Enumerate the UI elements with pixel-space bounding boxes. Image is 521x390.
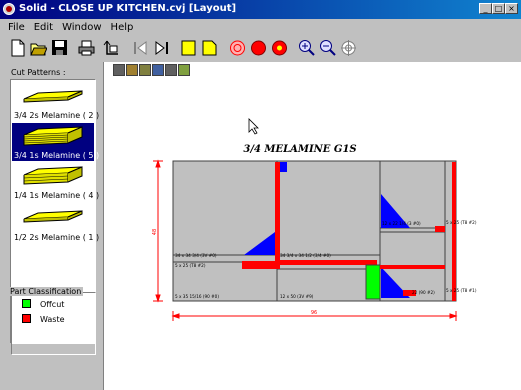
stack-icon bbox=[23, 166, 83, 185]
waste-strip bbox=[242, 261, 278, 269]
grain-marker bbox=[279, 162, 287, 172]
last-icon bbox=[155, 41, 168, 55]
zoom-out-button[interactable] bbox=[318, 38, 337, 58]
window-title: Solid - CLOSE UP KITCHEN.cvj [Layout] bbox=[19, 3, 237, 14]
part-label: 12 x 50 (3V #9) bbox=[280, 294, 314, 299]
stack-icon bbox=[23, 90, 83, 103]
export-icon bbox=[103, 40, 118, 55]
waste-strip bbox=[279, 260, 377, 265]
width-dimension-label: 96 bbox=[311, 310, 317, 316]
zoom-fit-button[interactable] bbox=[339, 38, 358, 58]
pattern-label: 3/4 1s Melamine ( 5 ) bbox=[14, 151, 100, 160]
left-panel: Cut Patterns : 3/4 2s Melamine ( 2 ) 3/4… bbox=[0, 62, 102, 390]
zoom-out-icon bbox=[320, 40, 336, 56]
title-bar: Solid - CLOSE UP KITCHEN.cvj [Layout] _ … bbox=[0, 0, 521, 19]
mouse-cursor-icon bbox=[248, 118, 259, 135]
print-button[interactable] bbox=[77, 38, 96, 58]
open-icon bbox=[30, 43, 47, 56]
sheet-button[interactable] bbox=[200, 38, 219, 58]
part-label: 5 x 25 (T8 #2) bbox=[175, 263, 206, 268]
new-button[interactable] bbox=[8, 38, 27, 58]
close-button[interactable]: × bbox=[505, 3, 518, 14]
part-classification-title: Part Classification bbox=[8, 287, 84, 296]
part-label: 34 x 34 3/4 (3V #0) bbox=[175, 253, 217, 258]
menu-window[interactable]: Window bbox=[62, 22, 101, 33]
waste-strip bbox=[380, 265, 445, 269]
layout-canvas[interactable]: 3/4 MELAMINE G1S 34 x 34 3/4 (3V #0) 5 x… bbox=[103, 62, 521, 390]
pattern-label: 1/4 1s Melamine ( 4 ) bbox=[14, 191, 100, 200]
menu-edit[interactable]: Edit bbox=[34, 22, 53, 33]
offcut-label: Offcut bbox=[40, 300, 65, 309]
part-label: 5 x 35 15/16 (90 #0) bbox=[175, 294, 219, 299]
target-icon bbox=[230, 40, 245, 56]
first-page-button[interactable] bbox=[131, 38, 150, 58]
waste-strip bbox=[435, 226, 445, 232]
menu-help[interactable]: Help bbox=[111, 22, 134, 33]
part-label: 22 (90 #2) bbox=[412, 290, 435, 295]
pattern-label: 1/2 2s Melamine ( 1 ) bbox=[14, 233, 100, 242]
sheet-icon bbox=[202, 40, 217, 56]
offcut-swatch bbox=[22, 299, 31, 308]
square-icon bbox=[181, 40, 196, 56]
menu-bar: File Edit Window Help bbox=[0, 19, 521, 35]
sheet-title: 3/4 MELAMINE G1S bbox=[243, 144, 356, 155]
open-button[interactable] bbox=[29, 38, 48, 58]
export-button[interactable] bbox=[102, 38, 121, 58]
waste-swatch bbox=[22, 314, 31, 323]
stop-icon bbox=[251, 40, 266, 56]
cut-patterns-heading: Cut Patterns : bbox=[11, 68, 66, 77]
stop-all-icon bbox=[272, 40, 287, 56]
part-label: 5 x 25 (T8 #2) bbox=[446, 220, 477, 225]
height-dimension-label: 48 bbox=[152, 229, 158, 235]
save-button[interactable] bbox=[50, 38, 69, 58]
pattern-item[interactable]: 3/4 2s Melamine ( 2 ) bbox=[12, 83, 99, 121]
pattern-item-selected[interactable]: 3/4 1s Melamine ( 5 ) bbox=[12, 123, 99, 161]
pattern-item[interactable]: 1/2 2s Melamine ( 1 ) bbox=[12, 205, 99, 243]
minimize-button[interactable]: _ bbox=[479, 3, 492, 14]
layout-drawing: 3/4 MELAMINE G1S 34 x 34 3/4 (3V #0) 5 x… bbox=[152, 118, 477, 321]
part-label: 12 x 22 1/4 (3 #0) bbox=[382, 221, 421, 226]
pattern-label: 3/4 2s Melamine ( 2 ) bbox=[14, 111, 100, 120]
stack-icon bbox=[23, 126, 83, 146]
part-a bbox=[172, 160, 278, 256]
stop-all-button[interactable] bbox=[270, 38, 289, 58]
pattern-item[interactable]: 1/4 1s Melamine ( 4 ) bbox=[12, 163, 99, 201]
waste-strip bbox=[452, 162, 456, 301]
part-label: 5 x 25 (T8 #1) bbox=[446, 288, 477, 293]
stack-icon bbox=[23, 210, 83, 223]
waste-label: Waste bbox=[40, 315, 65, 324]
zoom-fit-icon bbox=[341, 40, 356, 56]
print-icon bbox=[78, 40, 95, 56]
part-b bbox=[276, 160, 381, 256]
toolbar bbox=[0, 36, 521, 62]
window-controls: _ □ × bbox=[479, 3, 518, 14]
part-label: 34 3/4 x 34 1/2 (3/4 #0) bbox=[280, 253, 331, 258]
offcut-strip bbox=[365, 264, 381, 300]
first-icon bbox=[134, 41, 147, 55]
square-button[interactable] bbox=[179, 38, 198, 58]
target-button[interactable] bbox=[228, 38, 247, 58]
stop-button[interactable] bbox=[249, 38, 268, 58]
save-icon bbox=[52, 40, 67, 55]
menu-file[interactable]: File bbox=[8, 22, 25, 33]
last-page-button[interactable] bbox=[152, 38, 171, 58]
new-icon bbox=[11, 39, 25, 57]
zoom-in-button[interactable] bbox=[297, 38, 316, 58]
zoom-in-icon bbox=[299, 40, 315, 56]
app-icon[interactable] bbox=[3, 3, 15, 15]
maximize-button[interactable]: □ bbox=[492, 3, 505, 14]
